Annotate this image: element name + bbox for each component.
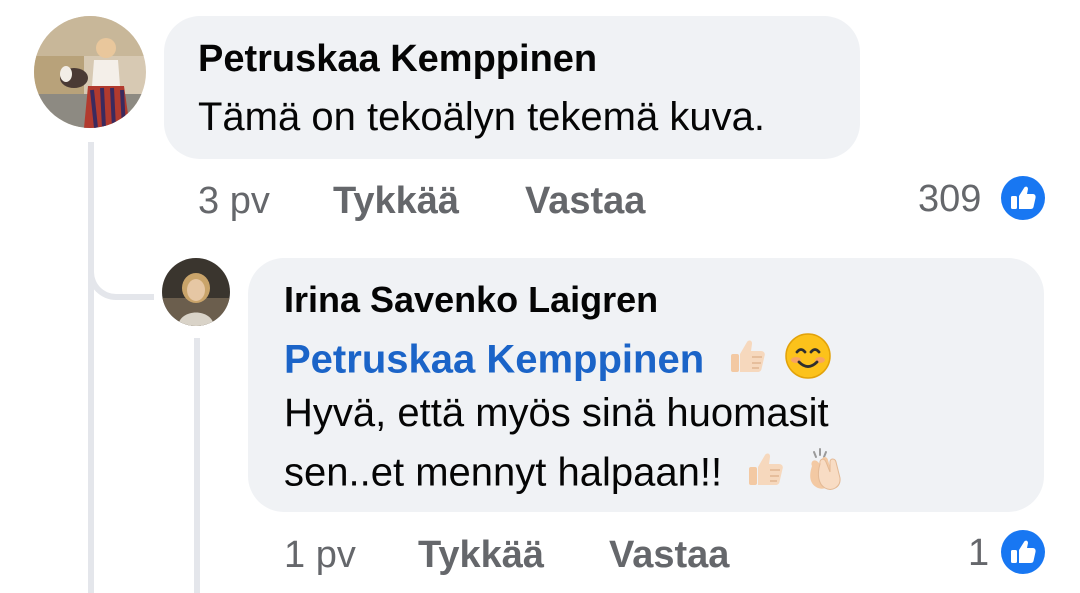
reply-text-line-2-content: sen..et mennyt halpaan!!	[284, 450, 723, 495]
comment-author[interactable]: Petruskaa Kemppinen	[198, 36, 597, 82]
clapping-hands-icon	[802, 444, 852, 506]
reply-button[interactable]: Vastaa	[609, 532, 729, 578]
reaction-count[interactable]: 1	[968, 530, 989, 576]
like-button[interactable]: Tykkää	[418, 532, 544, 578]
avatar[interactable]	[34, 16, 146, 128]
avatar[interactable]	[162, 258, 230, 326]
reply-button[interactable]: Vastaa	[525, 178, 645, 224]
like-reaction-icon[interactable]	[1000, 175, 1046, 221]
mention-link[interactable]: Petruskaa Kemppinen	[284, 338, 704, 382]
like-reaction-icon[interactable]	[1000, 529, 1046, 575]
comment-text: Tämä on tekoälyn tekemä kuva.	[198, 95, 765, 139]
reply-mention-line: Petruskaa Kemppinen	[284, 332, 832, 392]
reply-text-line-2: sen..et mennyt halpaan!!	[284, 444, 852, 506]
reply-timestamp[interactable]: 1 pv	[284, 532, 356, 578]
like-button[interactable]: Tykkää	[333, 178, 459, 224]
thread-line-curve	[88, 260, 154, 300]
avatar-photo	[34, 16, 146, 128]
reply-author[interactable]: Irina Savenko Laigren	[284, 278, 658, 322]
thread-line-reply	[194, 338, 200, 593]
avatar-photo	[162, 258, 230, 326]
reaction-count[interactable]: 309	[918, 176, 981, 222]
smiling-face-icon	[784, 332, 832, 392]
thumbs-up-icon	[725, 334, 769, 390]
reply-text-line-1: Hyvä, että myös sinä huomasit	[284, 391, 829, 435]
thread-line-main	[88, 142, 94, 593]
thumbs-up-icon	[743, 447, 787, 503]
comment-timestamp[interactable]: 3 pv	[198, 178, 270, 224]
